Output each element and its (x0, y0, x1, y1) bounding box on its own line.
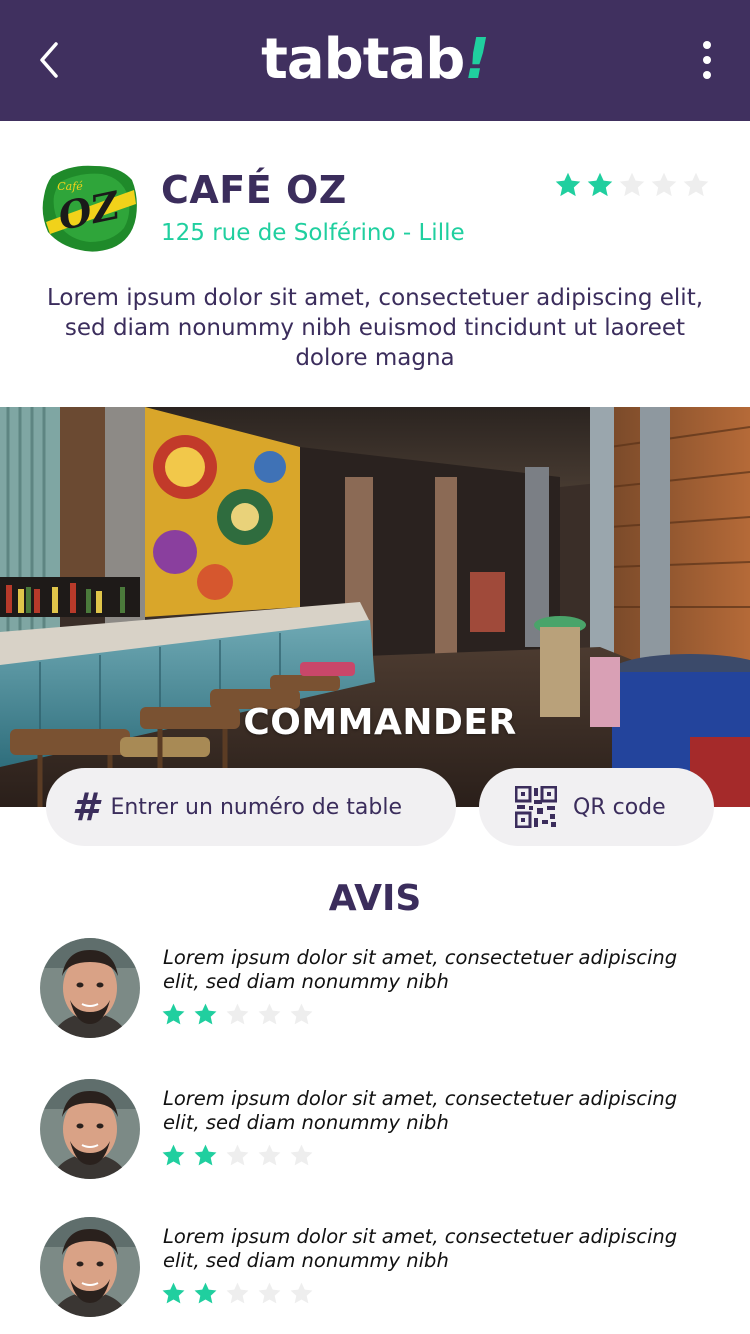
hash-icon: # (72, 785, 99, 829)
avatar (40, 1079, 140, 1179)
star-filled-icon (555, 172, 581, 197)
star-empty-icon (619, 172, 645, 197)
venue-name: CAFÉ OZ (161, 168, 347, 212)
qr-code-icon (515, 786, 557, 828)
star-empty-icon (290, 1144, 313, 1166)
vertical-dots-icon (703, 41, 711, 79)
review-item: Lorem ipsum dolor sit amet, consectetuer… (0, 1217, 750, 1327)
star-filled-icon (194, 1003, 217, 1025)
star-filled-icon (194, 1144, 217, 1166)
star-filled-icon (194, 1282, 217, 1304)
venue-photo (0, 407, 750, 807)
app-logo: tabtab! (261, 27, 490, 92)
star-empty-icon (290, 1003, 313, 1025)
star-filled-icon (162, 1282, 185, 1304)
star-empty-icon (258, 1282, 281, 1304)
star-empty-icon (290, 1282, 313, 1304)
star-empty-icon (226, 1282, 249, 1304)
qr-code-label: QR code (573, 794, 666, 820)
review-rating (161, 1143, 314, 1168)
review-item: Lorem ipsum dolor sit amet, consectetuer… (0, 1079, 750, 1189)
reviews-title: AVIS (328, 878, 422, 919)
star-filled-icon (162, 1144, 185, 1166)
qr-code-button[interactable]: QR code (479, 768, 714, 846)
review-text: Lorem ipsum dolor sit amet, consectetuer… (163, 1225, 678, 1272)
avatar (40, 1217, 140, 1317)
order-title: COMMANDER (243, 702, 517, 743)
review-item: Lorem ipsum dolor sit amet, consectetuer… (0, 938, 750, 1048)
review-rating (161, 1002, 314, 1027)
star-empty-icon (226, 1003, 249, 1025)
star-filled-icon (162, 1003, 185, 1025)
avatar (40, 938, 140, 1038)
star-empty-icon (258, 1003, 281, 1025)
venue-address: 125 rue de Solférino - Lille (161, 220, 465, 246)
svg-text:Café: Café (57, 180, 83, 193)
table-number-label: Entrer un numéro de table (110, 794, 403, 820)
star-filled-icon (587, 172, 613, 197)
table-number-button[interactable]: # Entrer un numéro de table (46, 768, 456, 846)
venue-description: Lorem ipsum dolor sit amet, consectetuer… (46, 285, 704, 371)
venue-rating (554, 171, 710, 199)
top-bar: tabtab! (0, 0, 750, 121)
review-text: Lorem ipsum dolor sit amet, consectetuer… (163, 1087, 678, 1134)
more-options-button[interactable] (692, 38, 722, 82)
star-empty-icon (258, 1144, 281, 1166)
review-text: Lorem ipsum dolor sit amet, consectetuer… (163, 946, 678, 993)
star-empty-icon (651, 172, 677, 197)
star-empty-icon (683, 172, 709, 197)
review-rating (161, 1281, 314, 1306)
star-empty-icon (226, 1144, 249, 1166)
venue-logo: OZ Café (40, 162, 140, 254)
